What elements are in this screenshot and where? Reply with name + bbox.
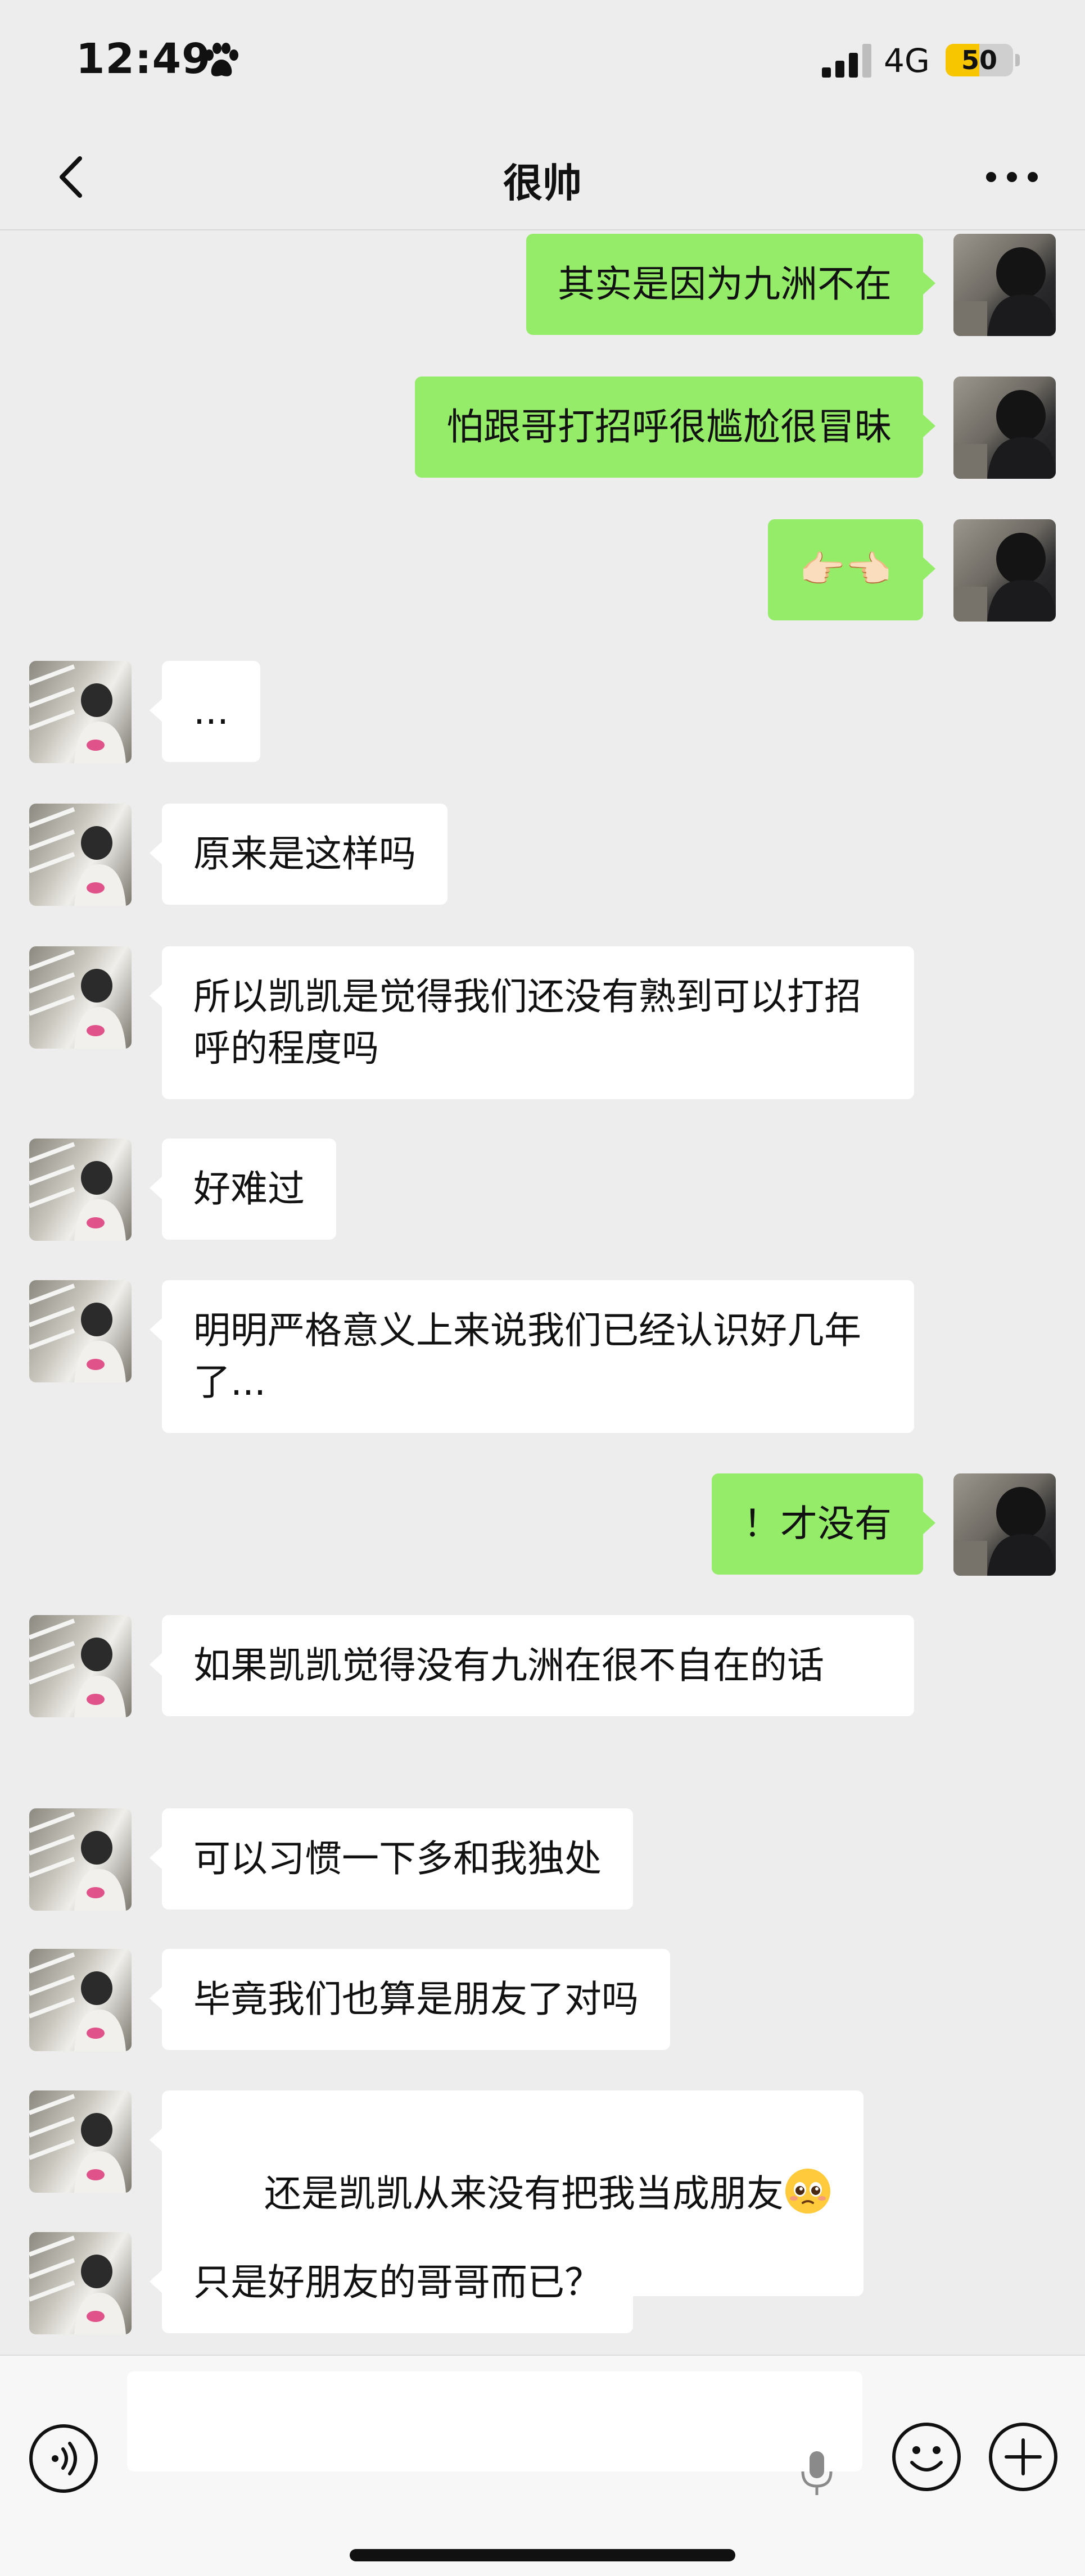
home-indicator [350, 2549, 735, 2561]
message-input[interactable] [127, 2371, 862, 2471]
avatar-contact[interactable] [29, 1949, 132, 2051]
chat-header: 很帅 [0, 124, 1085, 230]
message-bubble-sent[interactable]: 怕跟哥打招呼很尴尬很冒昧 [415, 377, 935, 478]
avatar-contact[interactable] [29, 1615, 132, 1717]
network-label: 4G [884, 42, 930, 80]
battery-tip [1015, 54, 1020, 66]
avatar-contact[interactable] [29, 804, 132, 906]
message-bubble-received[interactable]: 毕竟我们也算是朋友了对吗 [150, 1949, 670, 2050]
status-bar: 12:49 4G 50 [0, 0, 1085, 124]
message-bubble-received[interactable]: 明明严格意义上来说我们已经认识好几年了... [150, 1280, 914, 1433]
message-bubble-received[interactable]: 所以凯凯是觉得我们还没有熟到可以打招呼的程度吗 [150, 946, 914, 1099]
avatar-contact[interactable] [29, 2090, 132, 2193]
battery-indicator: 50 [946, 44, 1013, 76]
message-bubble-sent[interactable]: ！才没有 [712, 1473, 935, 1575]
more-dots-icon[interactable] [981, 157, 1043, 197]
pleading-face-icon [785, 2169, 830, 2214]
avatar-self[interactable] [953, 377, 1056, 479]
message-bubble-received[interactable]: 只是好朋友的哥哥而已？ [150, 2232, 633, 2333]
signal-icon [822, 44, 871, 78]
avatar-contact[interactable] [29, 661, 132, 763]
plus-icon[interactable] [987, 2421, 1059, 2493]
message-list[interactable]: 其实是因为九洲不在 怕跟哥打招呼很尴尬很冒昧 👉🏻👈🏻 ... 原来是这样吗 所… [0, 232, 1085, 2355]
avatar-contact[interactable] [29, 2232, 132, 2334]
avatar-contact[interactable] [29, 1139, 132, 1241]
message-bubble-received[interactable]: 好难过 [150, 1139, 336, 1240]
message-bubble-received[interactable]: ... [150, 661, 260, 762]
microphone-icon[interactable] [795, 2449, 839, 2498]
avatar-self[interactable] [953, 519, 1056, 622]
input-bar [0, 2355, 1085, 2576]
battery-label: 50 [961, 45, 997, 75]
message-bubble-received[interactable]: 如果凯凯觉得没有九洲在很不自在的话 [150, 1615, 914, 1716]
avatar-self[interactable] [953, 1473, 1056, 1576]
message-bubble-received[interactable]: 原来是这样吗 [150, 804, 447, 905]
avatar-contact[interactable] [29, 946, 132, 1049]
paw-icon [205, 43, 238, 76]
chat-title: 很帅 [503, 160, 582, 206]
voice-icon[interactable] [28, 2423, 99, 2494]
avatar-contact[interactable] [29, 1808, 132, 1911]
avatar-self[interactable] [953, 234, 1056, 336]
emoji-icon[interactable] [890, 2421, 962, 2493]
message-bubble-received[interactable]: 可以习惯一下多和我独处 [150, 1808, 633, 1910]
message-bubble-sent[interactable]: 👉🏻👈🏻 [767, 519, 936, 620]
avatar-contact[interactable] [29, 1280, 132, 1382]
message-text: 还是凯凯从来没有把我当成朋友 [264, 2172, 784, 2215]
status-time: 12:49 [76, 35, 211, 83]
message-bubble-sent[interactable]: 其实是因为九洲不在 [526, 234, 935, 335]
